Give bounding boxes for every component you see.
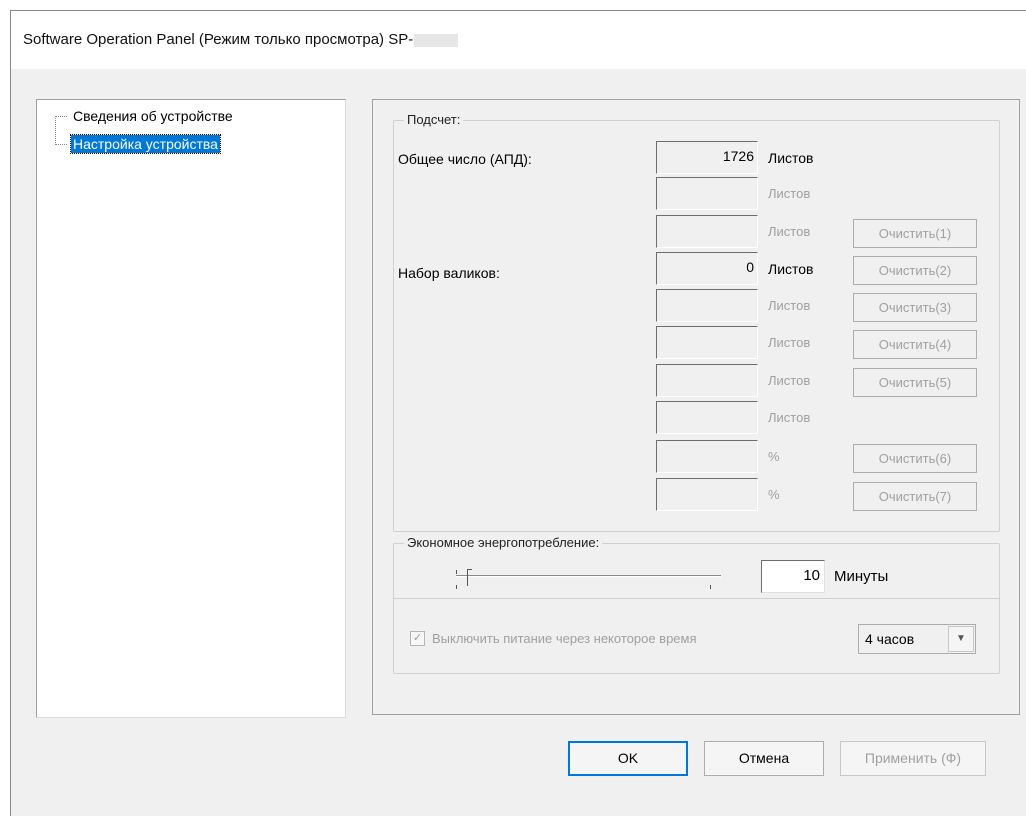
counter-value-field	[656, 478, 758, 511]
power-saving-slider-thumb[interactable]	[467, 569, 472, 586]
power-saving-slider-track[interactable]	[456, 575, 721, 577]
power-saving-group: Экономное энергопотребление: 10 Минуты ✓…	[393, 535, 1000, 674]
window-title: Software Operation Panel (Режим только п…	[23, 31, 459, 48]
counter-unit-label: Листов	[768, 410, 811, 425]
counter-unit-label: Листов	[768, 335, 811, 350]
counter-value-field	[656, 326, 758, 359]
tree-item-device-info[interactable]: Сведения об устройстве	[71, 107, 235, 125]
title-bar: Software Operation Panel (Режим только п…	[11, 11, 1026, 69]
dialog-window: Software Operation Panel (Режим только п…	[10, 10, 1026, 816]
counter-value-field	[656, 177, 758, 210]
counter-unit-label: %	[768, 487, 780, 502]
counter-value-field	[656, 289, 758, 322]
minutes-field[interactable]: 10	[761, 560, 825, 593]
total-count-label: Общее число (АПД):	[398, 151, 532, 167]
counter-group-title: Подсчет:	[404, 112, 464, 127]
counter-value-field	[656, 215, 758, 248]
cancel-button[interactable]: Отмена	[704, 741, 824, 776]
counter-value-field: 1726	[656, 141, 758, 174]
counter-unit-label: Листов	[768, 261, 814, 277]
clear-counter-button[interactable]: Очистить(4)	[853, 330, 977, 359]
settings-tree[interactable]: Сведения об устройстве Настройка устройс…	[36, 99, 346, 718]
clear-counter-button[interactable]: Очистить(1)	[853, 219, 977, 248]
settings-panel: Подсчет: Общее число (АПД): Набор валико…	[372, 99, 1020, 715]
tree-connector-line	[55, 144, 67, 145]
clear-counter-button[interactable]: Очистить(6)	[853, 444, 977, 473]
counter-unit-label: Листов	[768, 373, 811, 388]
slider-tick	[710, 585, 711, 589]
clear-counter-button[interactable]: Очистить(7)	[853, 482, 977, 511]
counter-value-field	[656, 440, 758, 473]
roller-count-label: Набор валиков:	[398, 265, 500, 281]
ok-button[interactable]: OK	[568, 741, 688, 776]
window-title-text: Software Operation Panel (Режим только п…	[23, 31, 414, 48]
counter-unit-label: %	[768, 449, 780, 464]
slider-tick	[456, 570, 457, 574]
chevron-down-icon[interactable]: ▼	[948, 626, 974, 652]
apply-button[interactable]: Применить (Ф)	[840, 741, 986, 776]
power-off-hours-select[interactable]: 4 часов ▼	[858, 624, 976, 654]
counter-unit-label: Листов	[768, 186, 811, 201]
tree-connector-line	[55, 116, 67, 117]
counter-group: Подсчет: Общее число (АПД): Набор валико…	[393, 112, 1000, 532]
counter-value-field	[656, 364, 758, 397]
counter-unit-label: Листов	[768, 224, 811, 239]
minutes-unit-label: Минуты	[834, 568, 889, 585]
power-off-hours-value: 4 часов	[865, 631, 915, 647]
clear-counter-button[interactable]: Очистить(3)	[853, 293, 977, 322]
tree-item-device-settings[interactable]: Настройка устройства	[70, 134, 221, 154]
redacted-model-number	[414, 33, 459, 47]
power-saving-group-title: Экономное энергопотребление:	[404, 535, 603, 550]
checkmark-icon: ✓	[412, 632, 423, 644]
counter-unit-label: Листов	[768, 298, 811, 313]
auto-power-off-label: Выключить питание через некоторое время	[432, 631, 697, 646]
group-divider	[394, 598, 999, 599]
tree-connector-line	[55, 116, 56, 145]
clear-counter-button[interactable]: Очистить(5)	[853, 368, 977, 397]
counter-value-field: 0	[656, 252, 758, 285]
auto-power-off-checkbox[interactable]: ✓	[410, 631, 425, 646]
counter-value-field	[656, 401, 758, 434]
counter-unit-label: Листов	[768, 150, 814, 166]
slider-tick	[456, 585, 457, 589]
clear-counter-button[interactable]: Очистить(2)	[853, 256, 977, 285]
